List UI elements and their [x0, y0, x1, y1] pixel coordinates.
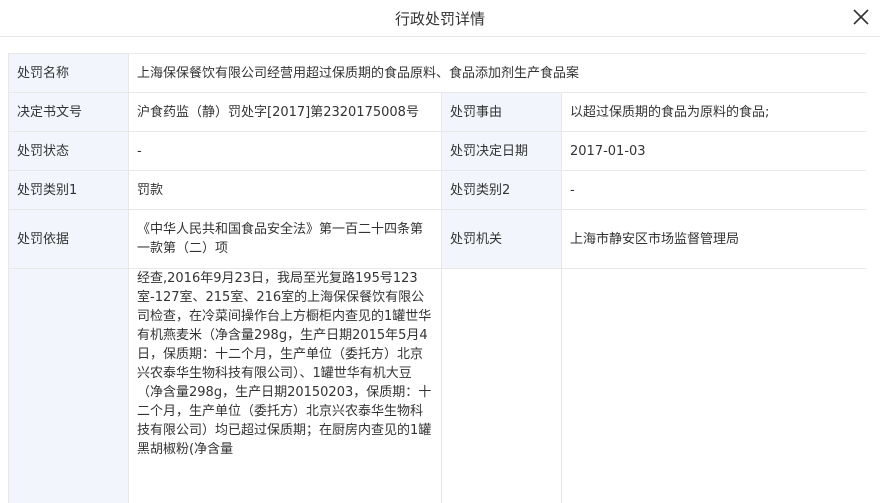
table-row: 处罚依据 《中华人民共和国食品安全法》第一百二十四条第一款第（二）项 处罚机关 … — [8, 209, 866, 269]
penalty-type1-label: 处罚类别1 — [8, 170, 129, 210]
dialog-title: 行政处罚详情 — [394, 10, 485, 28]
detail-content: 处罚名称 上海保保餐饮有限公司经营用超过保质期的食品原料、食品添加剂生产食品案 … — [8, 53, 866, 503]
detail-table: 处罚名称 上海保保餐饮有限公司经营用超过保质期的食品原料、食品添加剂生产食品案 … — [8, 53, 866, 503]
close-icon[interactable] — [850, 6, 872, 28]
detail-label-empty — [8, 268, 129, 503]
empty-cell — [560, 268, 866, 503]
table-row: 处罚类别1 罚款 处罚类别2 - — [8, 170, 866, 210]
table-row: 经查,2016年9月23日，我局至光复路195号123室-127室、215室、2… — [8, 268, 866, 503]
penalty-authority-label: 处罚机关 — [441, 209, 562, 269]
penalty-authority-value: 上海市静安区市场监督管理局 — [560, 209, 866, 269]
decision-date-value: 2017-01-03 — [560, 131, 866, 171]
penalty-type1-value: 罚款 — [128, 170, 442, 210]
penalty-status-value: - — [128, 131, 442, 171]
empty-cell — [441, 268, 562, 503]
dialog-header: 行政处罚详情 — [0, 0, 880, 37]
penalty-name-label: 处罚名称 — [8, 53, 129, 93]
decision-date-label: 处罚决定日期 — [441, 131, 562, 171]
penalty-type2-label: 处罚类别2 — [441, 170, 562, 210]
table-row: 处罚状态 - 处罚决定日期 2017-01-03 — [8, 131, 866, 171]
penalty-matter-label: 处罚事由 — [441, 92, 562, 132]
penalty-basis-label: 处罚依据 — [8, 209, 129, 269]
table-row: 处罚名称 上海保保餐饮有限公司经营用超过保质期的食品原料、食品添加剂生产食品案 — [8, 53, 866, 93]
doc-number-label: 决定书文号 — [8, 92, 129, 132]
penalty-type2-value: - — [560, 170, 866, 210]
table-row: 决定书文号 沪食药监（静）罚处字[2017]第2320175008号 处罚事由 … — [8, 92, 866, 132]
case-detail-text: 经查,2016年9月23日，我局至光复路195号123室-127室、215室、2… — [128, 268, 442, 503]
penalty-name-value: 上海保保餐饮有限公司经营用超过保质期的食品原料、食品添加剂生产食品案 — [127, 53, 866, 93]
penalty-basis-value: 《中华人民共和国食品安全法》第一百二十四条第一款第（二）项 — [128, 209, 442, 269]
doc-number-value: 沪食药监（静）罚处字[2017]第2320175008号 — [128, 92, 442, 132]
penalty-matter-value: 以超过保质期的食品为原料的食品; — [560, 92, 866, 132]
penalty-status-label: 处罚状态 — [8, 131, 129, 171]
